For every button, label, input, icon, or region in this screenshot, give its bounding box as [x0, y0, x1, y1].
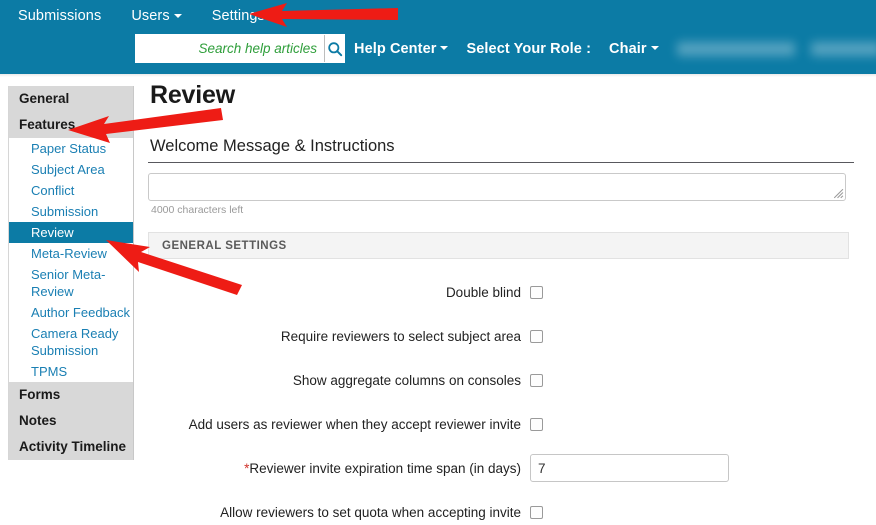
- welcome-textarea-wrapper: [148, 173, 846, 201]
- setting-label-text: Add users as reviewer when they accept r…: [189, 417, 521, 432]
- help-search-box: [135, 34, 345, 63]
- setting-label: Require reviewers to select subject area: [148, 328, 530, 345]
- nav-item-users-label: Users: [131, 8, 169, 24]
- chevron-down-icon: [174, 14, 182, 18]
- redacted-user-name: [811, 42, 876, 56]
- setting-label: Add users as reviewer when they accept r…: [148, 416, 530, 433]
- settings-sidebar: GeneralFeaturesPaper StatusSubject AreaC…: [8, 86, 134, 460]
- setting-text-input[interactable]: [530, 454, 729, 482]
- setting-checkbox[interactable]: [530, 330, 543, 343]
- nav-item-submissions-label: Submissions: [18, 8, 101, 24]
- sidebar-head-activity-timeline[interactable]: Activity Timeline: [9, 434, 133, 460]
- redacted-conference-name: [677, 42, 795, 56]
- setting-row: Show aggregate columns on consoles: [148, 365, 849, 395]
- role-value-text: Chair: [609, 41, 647, 57]
- setting-row: *Reviewer invite expiration time span (i…: [148, 453, 849, 483]
- nav-item-settings[interactable]: Settings: [212, 8, 265, 24]
- nav-item-help-center[interactable]: Help Center: [354, 41, 448, 57]
- sidebar-item-senior-meta-review[interactable]: Senior Meta-Review: [9, 264, 133, 302]
- setting-checkbox[interactable]: [530, 286, 543, 299]
- setting-row: Add users as reviewer when they accept r…: [148, 409, 849, 439]
- welcome-message-textarea[interactable]: [148, 173, 846, 201]
- setting-label-text: Allow reviewers to set quota when accept…: [220, 505, 521, 520]
- welcome-section-title: Welcome Message & Instructions: [148, 137, 854, 163]
- sidebar-item-camera-ready-submission[interactable]: Camera Ready Submission: [9, 323, 133, 361]
- sidebar-head-notes[interactable]: Notes: [9, 408, 133, 434]
- chevron-down-icon: [651, 46, 659, 50]
- nav-item-help-center-label: Help Center: [354, 41, 436, 57]
- setting-checkbox[interactable]: [530, 374, 543, 387]
- sidebar-item-subject-area[interactable]: Subject Area: [9, 159, 133, 180]
- general-settings-rows: Double blind Require reviewers to select …: [148, 259, 849, 525]
- setting-label: Allow reviewers to set quota when accept…: [148, 504, 530, 521]
- sidebar-item-tpms[interactable]: TPMS: [9, 361, 133, 382]
- right-nav: Help Center Select Your Role : Chair: [354, 34, 876, 63]
- search-icon: [327, 41, 343, 57]
- setting-row: Allow reviewers to set quota when accept…: [148, 497, 849, 525]
- search-input[interactable]: [136, 35, 324, 62]
- sidebar-item-review[interactable]: Review: [9, 222, 133, 243]
- sidebar-item-meta-review[interactable]: Meta-Review: [9, 243, 133, 264]
- nav-item-settings-label: Settings: [212, 8, 265, 24]
- sidebar-head-general[interactable]: General: [9, 86, 133, 112]
- app-root: Submissions Users Settings: [0, 0, 876, 525]
- sidebar-head-forms[interactable]: Forms: [9, 382, 133, 408]
- page-title: Review: [148, 78, 854, 110]
- search-button[interactable]: [324, 35, 344, 62]
- chevron-down-icon: [440, 46, 448, 50]
- secondary-nav: Help Center Select Your Role : Chair: [0, 34, 876, 68]
- general-settings-header: GENERAL SETTINGS: [148, 232, 849, 259]
- setting-label-text: Show aggregate columns on consoles: [293, 373, 521, 388]
- nav-item-submissions[interactable]: Submissions: [18, 8, 101, 24]
- setting-label: *Reviewer invite expiration time span (i…: [148, 460, 530, 477]
- sidebar-item-author-feedback[interactable]: Author Feedback: [9, 302, 133, 323]
- sidebar-item-conflict[interactable]: Conflict: [9, 180, 133, 201]
- sidebar-item-paper-status[interactable]: Paper Status: [9, 138, 133, 159]
- setting-label: Show aggregate columns on consoles: [148, 372, 530, 389]
- header-divider: [0, 74, 876, 77]
- nav-item-users[interactable]: Users: [131, 8, 181, 24]
- setting-label-text: Double blind: [446, 285, 521, 300]
- setting-checkbox[interactable]: [530, 418, 543, 431]
- sidebar-head-features[interactable]: Features: [9, 112, 133, 138]
- top-navigation-bar: Submissions Users Settings: [0, 0, 876, 74]
- main-content: Review Welcome Message & Instructions 40…: [148, 78, 854, 525]
- role-selector-value[interactable]: Chair: [609, 41, 659, 57]
- setting-row: Require reviewers to select subject area: [148, 321, 849, 351]
- primary-nav: Submissions Users Settings: [0, 0, 295, 32]
- setting-checkbox[interactable]: [530, 506, 543, 519]
- setting-label-text: Require reviewers to select subject area: [281, 329, 521, 344]
- role-label-text: Select Your Role :: [466, 41, 591, 57]
- setting-label: Double blind: [148, 284, 530, 301]
- setting-row: Double blind: [148, 277, 849, 307]
- role-selector-label: Select Your Role :: [466, 41, 591, 57]
- sidebar-item-submission[interactable]: Submission: [9, 201, 133, 222]
- characters-left-label: 4000 characters left: [148, 201, 854, 216]
- setting-label-text: Reviewer invite expiration time span (in…: [249, 461, 521, 476]
